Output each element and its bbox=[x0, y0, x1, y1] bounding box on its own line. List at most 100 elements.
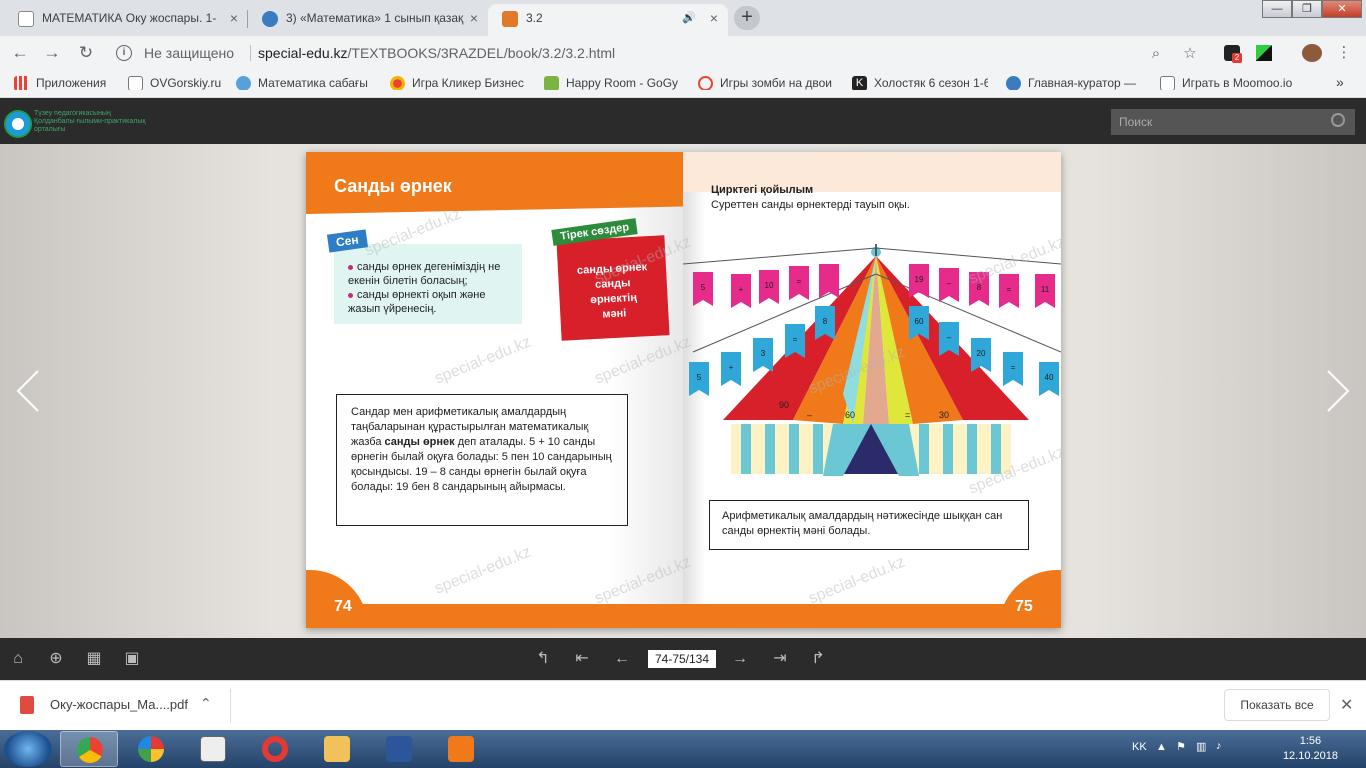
chrome-icon bbox=[77, 737, 103, 763]
thumbnails-icon[interactable]: ▦ bbox=[84, 649, 104, 669]
address-divider bbox=[250, 45, 251, 61]
blue-flag: = bbox=[1003, 352, 1023, 386]
page-number-badge: 75 bbox=[999, 570, 1061, 628]
page-number: 75 bbox=[1015, 598, 1033, 615]
bookmark-apps[interactable]: Приложения bbox=[14, 76, 114, 90]
back-icon[interactable]: ← bbox=[8, 41, 32, 65]
maximize-button[interactable]: ❐ bbox=[1292, 0, 1322, 18]
download-filename: Оку-жоспары_Ма....pdf bbox=[50, 697, 188, 712]
info-icon[interactable]: i bbox=[116, 45, 132, 61]
explorer-taskbar-app[interactable] bbox=[308, 731, 366, 767]
tab-3-active[interactable]: 3.2 🔊 × bbox=[488, 4, 728, 36]
bookmarks-bar: Приложения OVGorskiy.ru Математика сабағ… bbox=[0, 70, 1366, 98]
bullet-icon bbox=[348, 264, 353, 270]
next-page-icon[interactable]: → bbox=[730, 649, 750, 669]
right-page[interactable]: Цирктегі қойылым Суреттен санды өрнектер… bbox=[683, 152, 1061, 628]
zoom-icon[interactable]: ⌕ bbox=[1146, 44, 1166, 64]
goal-text: санды өрнек дегеніміздің не екенін білет… bbox=[348, 261, 501, 287]
bookmark-label: OVGorskiy.ru bbox=[150, 76, 222, 90]
home-icon[interactable]: ⌂ bbox=[8, 649, 28, 669]
forward-icon[interactable]: → bbox=[40, 41, 64, 65]
bookmark-zombie-games[interactable]: Игры зомби на двои bbox=[698, 76, 834, 90]
foxit-icon bbox=[448, 736, 474, 762]
game-taskbar-app[interactable] bbox=[122, 731, 180, 767]
bookmarks-more-button[interactable]: » bbox=[1336, 74, 1344, 90]
undo-icon[interactable]: ↰ bbox=[533, 649, 553, 669]
audio-icon[interactable]: 🔊 bbox=[682, 4, 696, 32]
bookmark-curator[interactable]: Главная-куратор — bbox=[1006, 76, 1142, 90]
bookmark-happy-room[interactable]: Happy Room - GoGy bbox=[544, 76, 680, 90]
tent-label: 90 bbox=[779, 400, 789, 410]
reload-icon[interactable]: ↻ bbox=[74, 41, 98, 65]
speaker-icon[interactable]: ♪ bbox=[1216, 740, 1222, 752]
flag-label: 3 bbox=[761, 349, 766, 358]
new-tab-button[interactable]: + bbox=[734, 6, 760, 30]
page-number-badge: 74 bbox=[306, 570, 368, 628]
bookmark-bachelor[interactable]: K Холостяк 6 сезон 1-6 bbox=[852, 76, 988, 90]
first-page-icon[interactable]: ⇤ bbox=[572, 649, 592, 669]
site-logo[interactable] bbox=[4, 110, 32, 138]
bookmark-clicker-game[interactable]: Игра Кликер Бизнес bbox=[390, 76, 526, 90]
bookmark-ovgorskiy[interactable]: OVGorskiy.ru bbox=[128, 76, 224, 90]
close-tab-icon[interactable]: × bbox=[710, 4, 718, 32]
apps-grid-icon bbox=[14, 76, 29, 90]
next-page-arrow[interactable] bbox=[1326, 369, 1350, 413]
download-item[interactable]: Оку-жоспары_Ма....pdf bbox=[20, 696, 188, 714]
profile-icon[interactable] bbox=[1302, 44, 1322, 62]
clock[interactable]: 1:56 12.10.2018 bbox=[1283, 734, 1338, 764]
previous-page-icon[interactable]: ← bbox=[612, 649, 632, 669]
search-input[interactable]: Поиск bbox=[1111, 109, 1355, 135]
page-icon bbox=[128, 76, 143, 90]
tab-strip: МАТЕМАТИКА Оку жоспары. 1- × 3) «Математ… bbox=[0, 0, 1366, 36]
tab-1[interactable]: МАТЕМАТИКА Оку жоспары. 1- × bbox=[4, 4, 248, 36]
url-text[interactable]: special-edu.kz/TEXTBOOKS/3RAZDEL/book/3.… bbox=[258, 45, 615, 61]
extension-icon[interactable]: 2 bbox=[1224, 45, 1242, 63]
chevron-up-icon[interactable]: ⌃ bbox=[200, 695, 212, 712]
language-indicator[interactable]: KK bbox=[1132, 741, 1147, 753]
flag-label: 10 bbox=[765, 281, 774, 290]
flag-label: 5 bbox=[697, 373, 702, 382]
extension-2-icon[interactable] bbox=[1256, 45, 1272, 61]
bookmark-math-lesson[interactable]: Математика сабағы bbox=[236, 76, 374, 90]
pdf-taskbar-app[interactable] bbox=[432, 731, 490, 767]
page-counter[interactable]: 74-75/134 bbox=[648, 650, 716, 668]
tray-expand-icon[interactable]: ▲ bbox=[1156, 741, 1167, 753]
flag-label: – bbox=[947, 279, 952, 288]
start-button[interactable] bbox=[4, 731, 52, 767]
flag-icon[interactable]: ⚑ bbox=[1176, 740, 1186, 753]
word-taskbar-app[interactable] bbox=[370, 731, 428, 767]
show-all-button[interactable]: Показать все bbox=[1224, 689, 1330, 721]
close-tab-icon[interactable]: × bbox=[470, 4, 478, 32]
close-window-button[interactable]: ✕ bbox=[1322, 0, 1362, 18]
menu-icon[interactable]: ⋮ bbox=[1334, 43, 1354, 63]
chrome-taskbar-app[interactable] bbox=[60, 731, 118, 767]
zoom-in-icon[interactable]: ⊕ bbox=[46, 649, 66, 669]
search-icon[interactable] bbox=[1331, 113, 1345, 127]
flag-label: = bbox=[1011, 363, 1016, 372]
minimize-button[interactable]: — bbox=[1262, 0, 1292, 18]
tent-label: – bbox=[807, 410, 812, 420]
tent-label: = bbox=[905, 410, 910, 420]
close-tab-icon[interactable]: × bbox=[230, 4, 238, 32]
close-icon[interactable]: ✕ bbox=[1340, 695, 1353, 715]
last-page-icon[interactable]: ⇥ bbox=[770, 649, 790, 669]
tab-2[interactable]: 3) «Математика» 1 сынып қазақ × bbox=[248, 4, 488, 36]
redo-icon[interactable]: ↱ bbox=[808, 649, 828, 669]
prev-page-arrow[interactable] bbox=[16, 369, 40, 413]
url-host: special-edu.kz bbox=[258, 45, 348, 61]
flag-label: 8 bbox=[823, 317, 828, 326]
address-bar[interactable]: i Не защищено special-edu.kz/TEXTBOOKS/3… bbox=[108, 39, 1208, 67]
clock-date: 12.10.2018 bbox=[1282, 750, 1338, 762]
bookmark-moomoo[interactable]: Играть в Moomoo.io bbox=[1160, 76, 1296, 90]
exercise-title: Цирктегі қойылым bbox=[711, 184, 814, 196]
system-tray: KK ▲ ⚑ ▥ ♪ 1:56 12.10.2018 bbox=[1126, 730, 1366, 768]
calculator-taskbar-app[interactable] bbox=[184, 731, 242, 767]
book-reader: Санды өрнек Сен санды өрнек дегеніміздің… bbox=[0, 144, 1366, 638]
opera-taskbar-app[interactable] bbox=[246, 731, 304, 767]
slideshow-icon[interactable]: ▣ bbox=[122, 649, 142, 669]
network-icon[interactable]: ▥ bbox=[1196, 740, 1206, 753]
reader-toolbar: ⌂ ⊕ ▦ ▣ ↰ ⇤ ← 74-75/134 → ⇥ ↱ bbox=[0, 638, 1366, 680]
google-icon bbox=[698, 76, 713, 90]
star-icon[interactable]: ☆ bbox=[1180, 44, 1200, 64]
definition-term: санды өрнек bbox=[384, 436, 455, 448]
